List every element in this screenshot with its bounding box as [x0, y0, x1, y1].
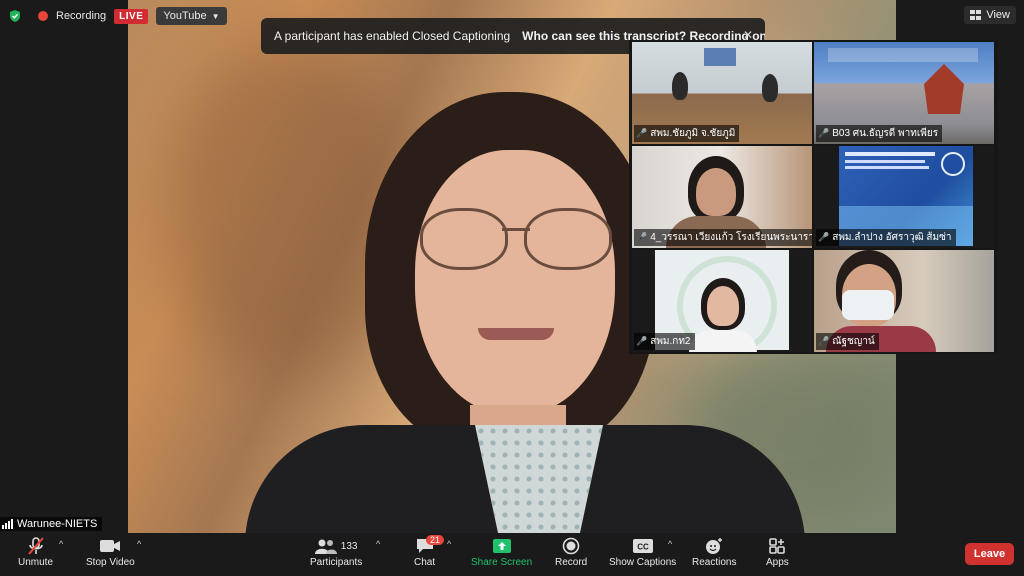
closed-captions-icon: CC [632, 535, 654, 557]
share-screen-button[interactable]: Share Screen [471, 535, 532, 568]
mic-muted-icon: 🎤 [818, 336, 830, 346]
audio-options-caret-icon[interactable]: ^ [59, 539, 63, 549]
share-screen-label: Share Screen [471, 557, 533, 568]
participants-count: 133 [340, 540, 358, 552]
signal-strength-icon [2, 519, 13, 529]
participant-name: 4_วรรณา เวียงแก้ว โรงเรียนพระนารายณ์ [650, 232, 812, 243]
apps-icon [768, 535, 786, 557]
captions-caret-icon[interactable]: ^ [668, 539, 672, 549]
apps-label: Apps [766, 557, 789, 568]
record-icon [562, 535, 580, 557]
speaker-glasses [420, 208, 612, 270]
leave-button[interactable]: Leave [965, 543, 1014, 565]
unmute-button[interactable]: Unmute [18, 535, 53, 568]
recording-label[interactable]: Recording [56, 10, 106, 22]
participants-icon [314, 539, 337, 554]
speaker-name: Warunee-NIETS [17, 518, 98, 530]
view-label: View [986, 9, 1010, 21]
youtube-label: YouTube [163, 10, 207, 22]
stop-video-label: Stop Video [86, 557, 135, 568]
stop-video-button[interactable]: Stop Video [86, 535, 135, 568]
mic-muted-icon: 🎤 [818, 232, 830, 242]
chat-label: Chat [414, 557, 436, 568]
participant-name: สพม.ชัยภูมิ จ.ชัยภูมิ [650, 128, 736, 139]
video-camera-icon [99, 535, 121, 557]
youtube-stream-button[interactable]: YouTube ▼ [156, 7, 227, 25]
svg-text:CC: CC [637, 543, 649, 552]
participant-name: B03 ศน.ธัญรดี พาทเพียร [832, 128, 939, 139]
participant-tile[interactable]: 🎤 ณัฐชญาน์ [814, 250, 994, 352]
smiley-plus-icon [704, 535, 724, 557]
chat-caret-icon[interactable]: ^ [447, 539, 451, 549]
chat-unread-badge: 21 [426, 535, 445, 545]
recording-dot-icon [38, 11, 48, 21]
chevron-down-icon: ▼ [211, 11, 220, 21]
record-button[interactable]: Record [555, 535, 587, 568]
share-screen-icon [492, 535, 512, 557]
grid-view-icon [970, 10, 982, 20]
participant-tile[interactable]: 🎤 4_วรรณา เวียงแก้ว โรงเรียนพระนารายณ์ [632, 146, 812, 248]
view-button[interactable]: View [964, 6, 1016, 24]
participants-button[interactable]: 133 Participants [310, 535, 362, 568]
participants-label: Participants [310, 557, 363, 568]
show-captions-label: Show Captions [609, 557, 677, 568]
live-badge: LIVE [114, 8, 149, 24]
participant-tile[interactable]: 🎤 B03 ศน.ธัญรดี พาทเพียร [814, 42, 994, 144]
unmute-label: Unmute [18, 557, 54, 568]
reactions-label: Reactions [692, 557, 737, 568]
speaker-face [415, 150, 615, 415]
participant-name: ณัฐชญาน์ [832, 336, 875, 347]
participant-name: สพม.ลำปาง อัศราวุฒิ ส้มซ่า [832, 232, 952, 243]
mic-muted-icon: 🎤 [818, 128, 830, 138]
show-captions-button[interactable]: CC Show Captions [609, 535, 676, 568]
meeting-toolbar: Unmute ^ Stop Video ^ 133 Participants ^… [0, 533, 1024, 576]
record-label: Record [555, 557, 588, 568]
meeting-status-bar: Recording LIVE YouTube ▼ [8, 6, 227, 26]
video-options-caret-icon[interactable]: ^ [137, 539, 141, 549]
notification-message: A participant has enabled Closed Caption… [274, 29, 511, 43]
mic-muted-icon: 🎤 [636, 232, 648, 242]
mic-muted-icon: 🎤 [636, 128, 648, 138]
reactions-button[interactable]: Reactions [692, 535, 736, 568]
participants-caret-icon[interactable]: ^ [376, 539, 380, 549]
participant-gallery: 🎤 สพม.ชัยภูมิ จ.ชัยภูมิ 🎤 B03 ศน.ธัญรดี พา… [629, 40, 998, 354]
participant-tile[interactable]: 🎤 สพม.ลำปาง อัศราวุฒิ ส้มซ่า [814, 146, 994, 248]
mic-muted-icon [26, 535, 46, 557]
participant-name: สพม.กท2 [650, 336, 691, 347]
participant-tile[interactable]: 🎤 สพม.กท2 [632, 250, 812, 352]
participant-tile[interactable]: 🎤 สพม.ชัยภูมิ จ.ชัยภูมิ [632, 42, 812, 144]
speaker-name-tag: Warunee-NIETS [0, 517, 103, 531]
apps-button[interactable]: Apps [766, 535, 789, 568]
mic-muted-icon: 🎤 [636, 336, 648, 346]
shield-icon[interactable] [8, 9, 22, 23]
